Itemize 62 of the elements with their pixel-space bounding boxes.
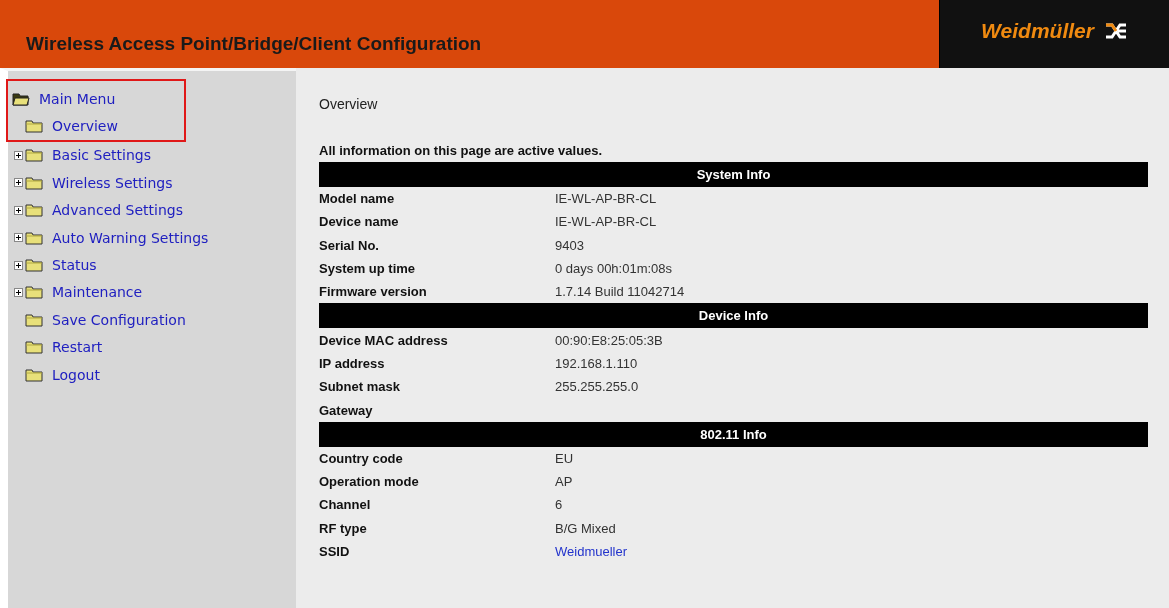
- field-label: Firmware version: [319, 284, 428, 300]
- field-value: 255.255.255.0: [555, 379, 639, 395]
- field-value: 6: [555, 497, 563, 513]
- value-link[interactable]: Weidmueller: [555, 544, 627, 559]
- menu-item[interactable]: Wireless Settings: [52, 174, 173, 191]
- field-label: Channel: [319, 497, 372, 513]
- menu-item[interactable]: Auto Warning Settings: [52, 229, 209, 246]
- field-label: Gateway: [319, 402, 374, 418]
- expand-icon[interactable]: [14, 260, 23, 270]
- field-value: B/G Mixed: [555, 520, 616, 536]
- menu-item[interactable]: Overview: [52, 118, 118, 135]
- menu-item[interactable]: Logout: [52, 366, 100, 383]
- folder-icon: [25, 367, 43, 382]
- field-label: Serial No.: [319, 237, 380, 253]
- field-label: Device MAC address: [319, 332, 449, 348]
- table-section-header: Device Info: [319, 303, 1148, 329]
- folder-icon: [25, 340, 43, 355]
- menu-item[interactable]: Advanced Settings: [52, 202, 184, 219]
- menu-item[interactable]: Main Menu: [39, 90, 116, 107]
- field-value: 0 days 00h:01m:08s: [555, 261, 673, 277]
- menu-item[interactable]: Status: [52, 257, 97, 274]
- menu-item[interactable]: Maintenance: [52, 284, 143, 301]
- field-label: Operation mode: [319, 474, 420, 490]
- folder-icon: [25, 285, 43, 300]
- field-label: Model name: [319, 191, 396, 207]
- field-value: 9403: [555, 237, 584, 253]
- menu-item[interactable]: Basic Settings: [52, 147, 151, 164]
- folder-icon: [25, 258, 43, 273]
- folder-icon: [25, 119, 43, 134]
- field-label: IP address: [319, 355, 386, 371]
- field-label: Device name: [319, 214, 400, 230]
- logo-text: Weidmüller: [981, 19, 1094, 43]
- expand-icon[interactable]: [14, 150, 23, 160]
- field-value: 1.7.14 Build 11042714: [555, 284, 685, 300]
- folder-icon: [25, 148, 43, 163]
- field-label: Subnet mask: [319, 379, 401, 395]
- field-value: 192.168.1.110: [555, 355, 638, 371]
- field-label: System up time: [319, 261, 417, 277]
- expand-icon[interactable]: [14, 287, 23, 297]
- folder-icon: [25, 175, 43, 190]
- menu-item[interactable]: Restart: [52, 339, 103, 356]
- menu-item[interactable]: Save Configuration: [52, 311, 186, 328]
- logo-icon: [1103, 22, 1128, 40]
- expand-icon[interactable]: [14, 178, 23, 188]
- field-value: EU: [555, 450, 574, 466]
- folder-icon: [25, 312, 43, 327]
- field-value: AP: [555, 474, 573, 490]
- field-value: IE-WL-AP-BR-CL: [555, 214, 657, 230]
- folder-icon: [25, 203, 43, 218]
- table-section-header: 802.11 Info: [319, 421, 1148, 447]
- field-label: SSID: [319, 544, 351, 559]
- table-section-header: System Info: [319, 162, 1148, 187]
- field-value: IE-WL-AP-BR-CL: [555, 191, 657, 207]
- expand-icon[interactable]: [14, 233, 23, 243]
- field-value: 00:90:E8:25:05:3B: [555, 332, 663, 348]
- info-note: All information on this page are active values.: [319, 143, 604, 158]
- section-title: Overview: [319, 96, 379, 112]
- field-label: RF type: [319, 520, 368, 536]
- page-title: Wireless Access Point/Bridge/Client Configuration: [25, 32, 483, 56]
- expand-icon[interactable]: [14, 205, 23, 215]
- field-label: Country code: [319, 450, 404, 466]
- folder-icon: [25, 230, 43, 245]
